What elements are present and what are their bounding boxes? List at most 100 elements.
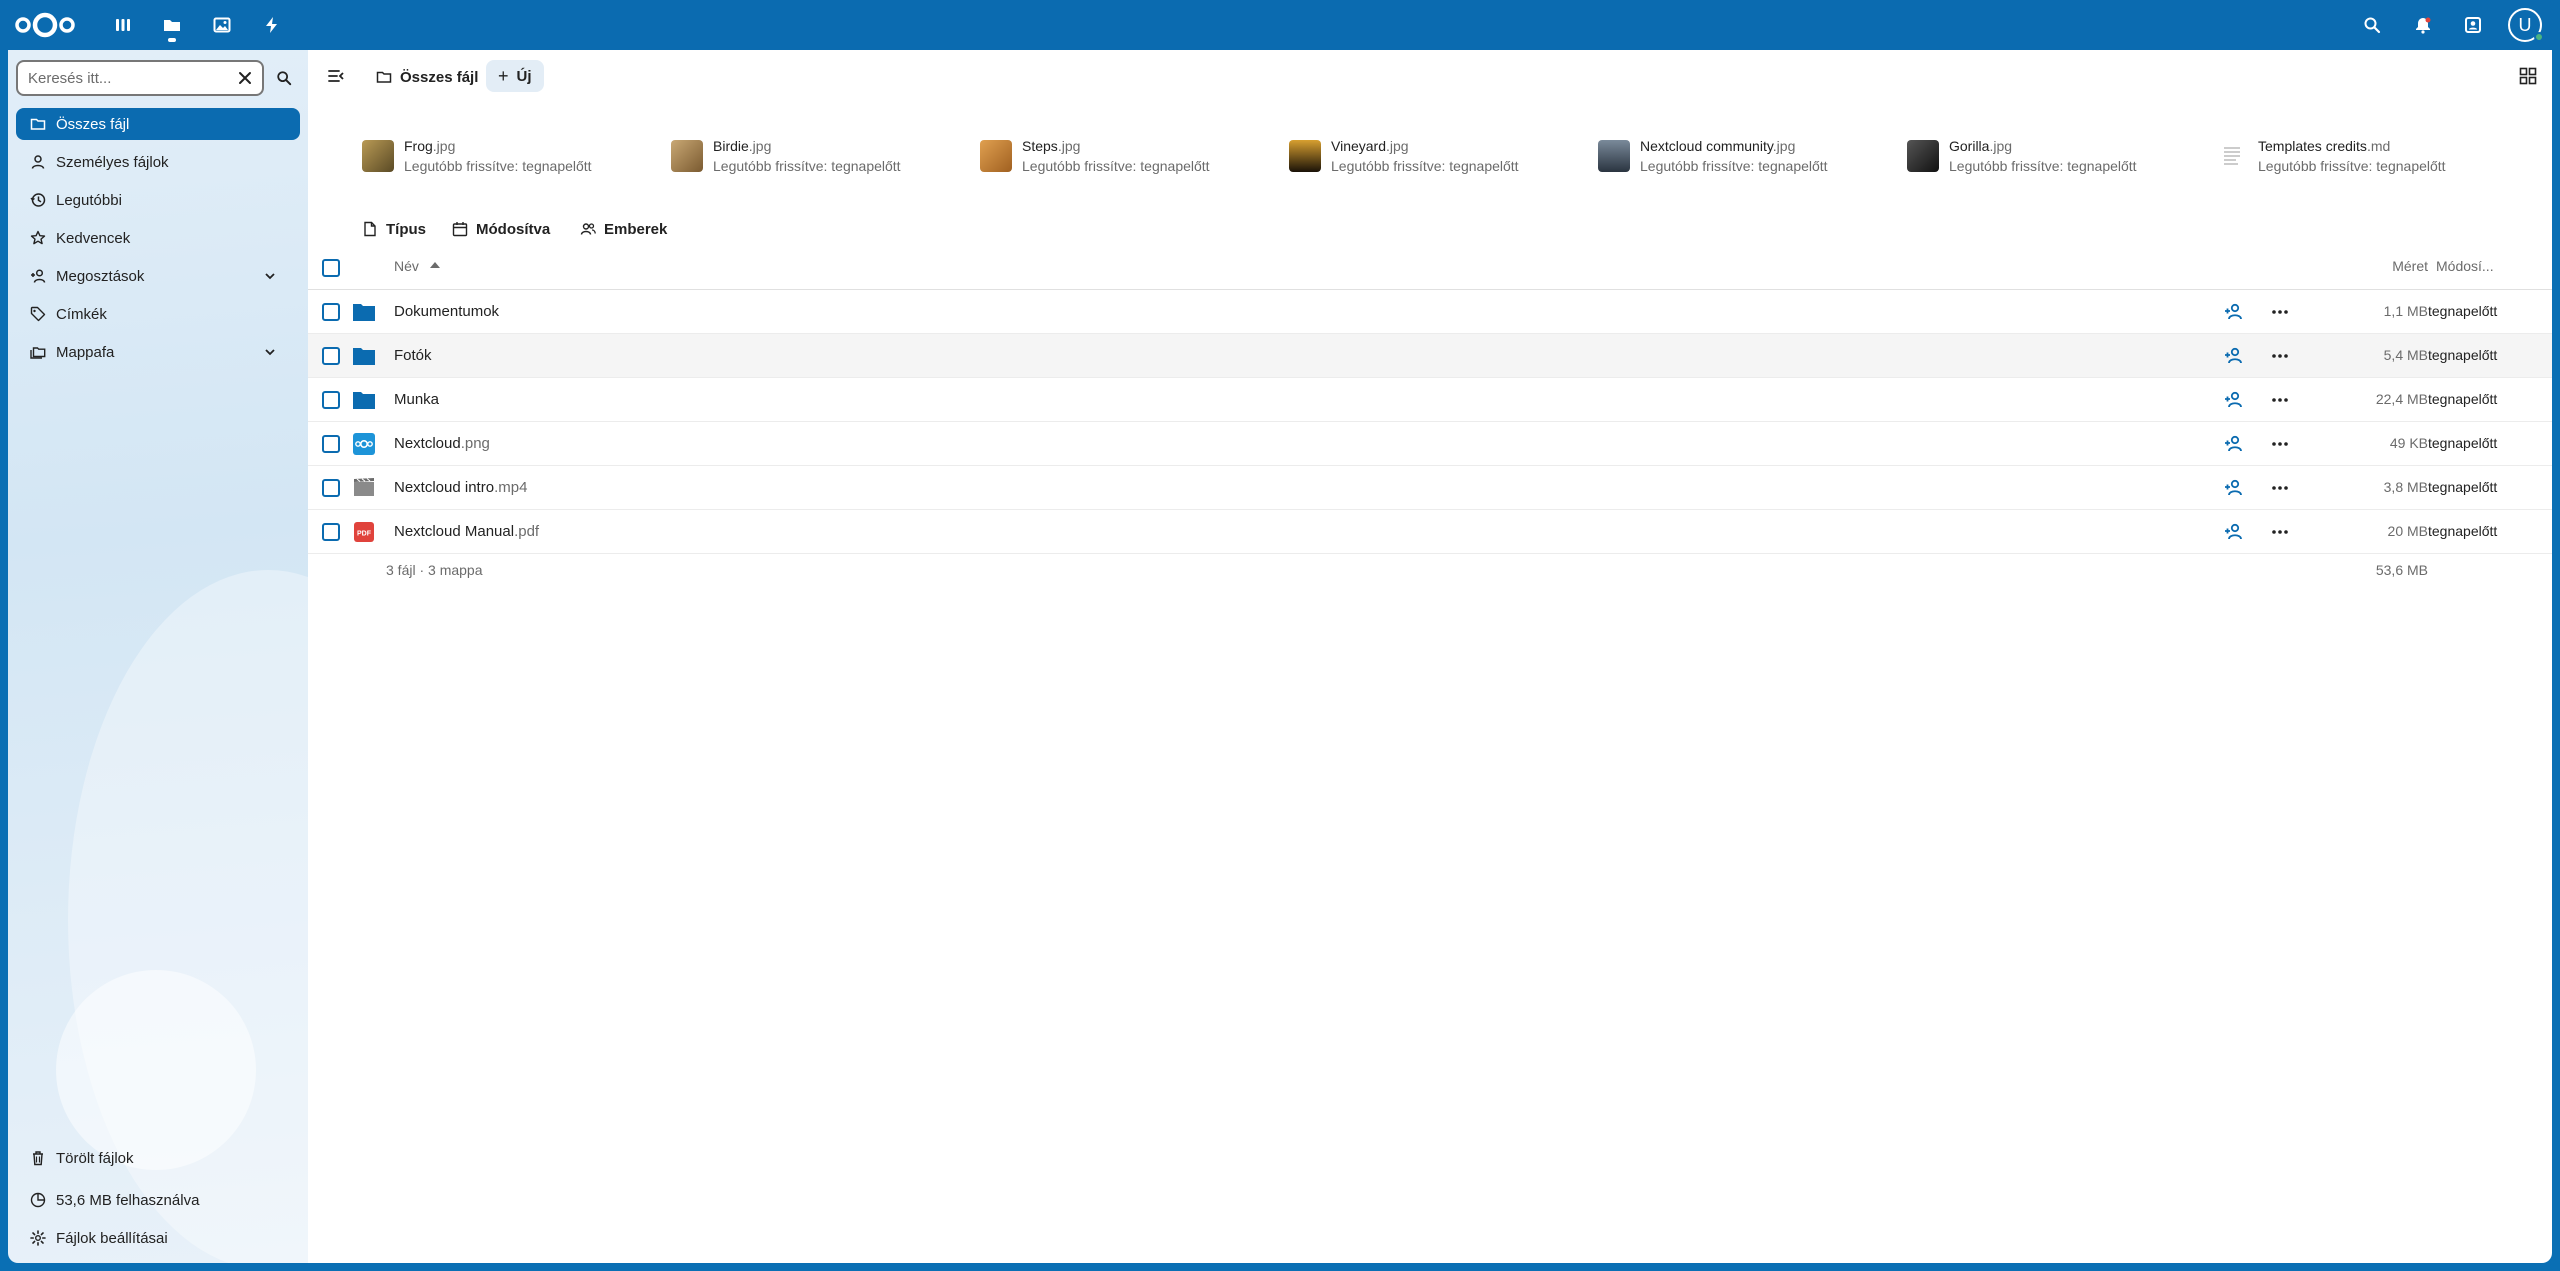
sidebar-item-folder-tree[interactable]: Mappafa: [16, 336, 300, 368]
sidebar-item-label: Összes fájl: [56, 115, 130, 133]
calendar-icon: [452, 222, 468, 237]
filter-people-button[interactable]: Emberek: [580, 214, 667, 244]
table-row[interactable]: PDF Nextcloud Manual.pdf 20 MB tegnapelő…: [308, 510, 2552, 554]
recent-file[interactable]: Birdie.jpg Legutóbb frissítve: tegnapelőt…: [671, 136, 901, 176]
file-name[interactable]: Munka: [394, 391, 439, 408]
sidebar-item-favorites[interactable]: Kedvencek: [16, 222, 300, 254]
table-row[interactable]: Nextcloud.png 49 KB tegnapelőtt: [308, 422, 2552, 466]
column-size-header[interactable]: Méret: [2348, 258, 2428, 274]
sidebar-item-deleted-files[interactable]: Törölt fájlok: [16, 1142, 300, 1174]
share-icon[interactable]: [2224, 435, 2244, 453]
recent-file-name: Steps.jpg: [1022, 138, 1081, 154]
file-modified: tegnapelőtt: [2428, 391, 2498, 407]
more-actions-icon[interactable]: [2270, 435, 2290, 453]
share-icon[interactable]: [2224, 523, 2244, 541]
recent-file-updated: Legutóbb frissítve: tegnapelőtt: [1949, 158, 2137, 174]
share-icon[interactable]: [2224, 303, 2244, 321]
notifications-icon[interactable]: [2410, 12, 2436, 38]
chevron-down-icon[interactable]: [262, 268, 278, 284]
plus-icon: +: [498, 65, 509, 86]
folder-icon: [353, 348, 375, 365]
tag-icon: [30, 306, 46, 322]
grid-view-toggle[interactable]: [2514, 62, 2542, 90]
files-settings-button[interactable]: Fájlok beállításai: [16, 1222, 300, 1254]
filter-modified-button[interactable]: Módosítva: [452, 214, 550, 244]
settings-label: Fájlok beállításai: [56, 1229, 168, 1247]
file-name[interactable]: Fotók: [394, 347, 432, 364]
sidebar-item-shares[interactable]: Megosztások: [16, 260, 300, 292]
table-row[interactable]: Fotók 5,4 MB tegnapelőtt: [308, 334, 2552, 378]
sidebar-item-personal-files[interactable]: Személyes fájlok: [16, 146, 300, 178]
file-name[interactable]: Dokumentumok: [394, 303, 499, 320]
image-thumbnail: [980, 140, 1012, 172]
breadcrumb[interactable]: Összes fájl: [376, 62, 478, 92]
row-checkbox[interactable]: [322, 435, 340, 453]
file-name[interactable]: Nextcloud intro.mp4: [394, 479, 527, 496]
sort-ascending-icon: [430, 262, 440, 268]
recent-file[interactable]: Steps.jpg Legutóbb frissítve: tegnapelőtt: [980, 136, 1210, 176]
recent-file-name: Templates credits.md: [2258, 138, 2391, 154]
search-field[interactable]: [16, 60, 264, 96]
filter-modified-label: Módosítva: [476, 220, 551, 238]
sidebar-item-all-files[interactable]: Összes fájl: [16, 108, 300, 140]
image-thumbnail: [1907, 140, 1939, 172]
file-count-summary: 3 fájl · 3 mappa: [386, 562, 483, 578]
sidebar-item-recent[interactable]: Legutóbbi: [16, 184, 300, 216]
search-submit-button[interactable]: [270, 64, 298, 92]
gear-icon: [30, 1230, 46, 1246]
more-actions-icon[interactable]: [2270, 347, 2290, 365]
file-modified: tegnapelőtt: [2428, 347, 2498, 363]
clear-search-icon[interactable]: [236, 69, 254, 87]
more-actions-icon[interactable]: [2270, 523, 2290, 541]
activity-icon[interactable]: [259, 12, 285, 38]
more-actions-icon[interactable]: [2270, 391, 2290, 409]
recent-file[interactable]: Templates credits.md Legutóbb frissítve: …: [2216, 136, 2446, 176]
search-input[interactable]: [28, 69, 228, 87]
table-row[interactable]: Munka 22,4 MB tegnapelőtt: [308, 378, 2552, 422]
share-icon[interactable]: [2224, 391, 2244, 409]
file-name[interactable]: Nextcloud.png: [394, 435, 490, 452]
nextcloud-image-icon: [353, 433, 375, 455]
row-checkbox[interactable]: [322, 391, 340, 409]
svg-text:PDF: PDF: [357, 531, 372, 538]
file-size: 3,8 MB: [2383, 479, 2428, 495]
sidebar-item-tags[interactable]: Címkék: [16, 298, 300, 330]
contacts-icon[interactable]: [2460, 12, 2486, 38]
column-name-header[interactable]: Név: [394, 258, 419, 274]
file-modified: tegnapelőtt: [2428, 303, 2498, 319]
share-icon[interactable]: [2224, 347, 2244, 365]
row-checkbox[interactable]: [322, 523, 340, 541]
chevron-down-icon[interactable]: [262, 344, 278, 360]
image-thumbnail: [1289, 140, 1321, 172]
select-all-checkbox[interactable]: [322, 259, 340, 277]
recent-file[interactable]: Frog.jpg Legutóbb frissítve: tegnapelőtt: [362, 136, 592, 176]
share-icon[interactable]: [2224, 479, 2244, 497]
table-row[interactable]: Dokumentumok 1,1 MB tegnapelőtt: [308, 290, 2552, 334]
row-checkbox[interactable]: [322, 347, 340, 365]
more-actions-icon[interactable]: [2270, 303, 2290, 321]
nextcloud-logo[interactable]: [14, 12, 76, 38]
column-modified-header[interactable]: Módosí...: [2436, 258, 2494, 274]
file-modified: tegnapelőtt: [2428, 479, 2498, 495]
recent-file-name: Frog.jpg: [404, 138, 456, 154]
toggle-navigation-button[interactable]: [324, 64, 348, 88]
image-thumbnail: [671, 140, 703, 172]
recent-file[interactable]: Gorilla.jpg Legutóbb frissítve: tegnapelő…: [1907, 136, 2137, 176]
row-checkbox[interactable]: [322, 303, 340, 321]
table-row[interactable]: Nextcloud intro.mp4 3,8 MB tegnapelőtt: [308, 466, 2552, 510]
more-actions-icon[interactable]: [2270, 479, 2290, 497]
photos-icon[interactable]: [209, 12, 235, 38]
search-icon[interactable]: [2359, 12, 2385, 38]
file-name[interactable]: Nextcloud Manual.pdf: [394, 523, 539, 540]
recent-file-updated: Legutóbb frissítve: tegnapelőtt: [1331, 158, 1519, 174]
recent-file[interactable]: Nextcloud community.jpg Legutóbb frissítv…: [1598, 136, 1828, 176]
new-button[interactable]: + Új: [486, 60, 544, 92]
history-icon: [30, 193, 46, 207]
people-icon: [580, 223, 596, 235]
filter-type-button[interactable]: Típus: [362, 214, 426, 244]
storage-quota[interactable]: 53,6 MB felhasználva: [16, 1184, 300, 1216]
recent-file[interactable]: Vineyard.jpg Legutóbb frissítve: tegnapel…: [1289, 136, 1519, 176]
files-icon[interactable]: [159, 12, 185, 38]
dashboard-icon[interactable]: [110, 12, 136, 38]
row-checkbox[interactable]: [322, 479, 340, 497]
